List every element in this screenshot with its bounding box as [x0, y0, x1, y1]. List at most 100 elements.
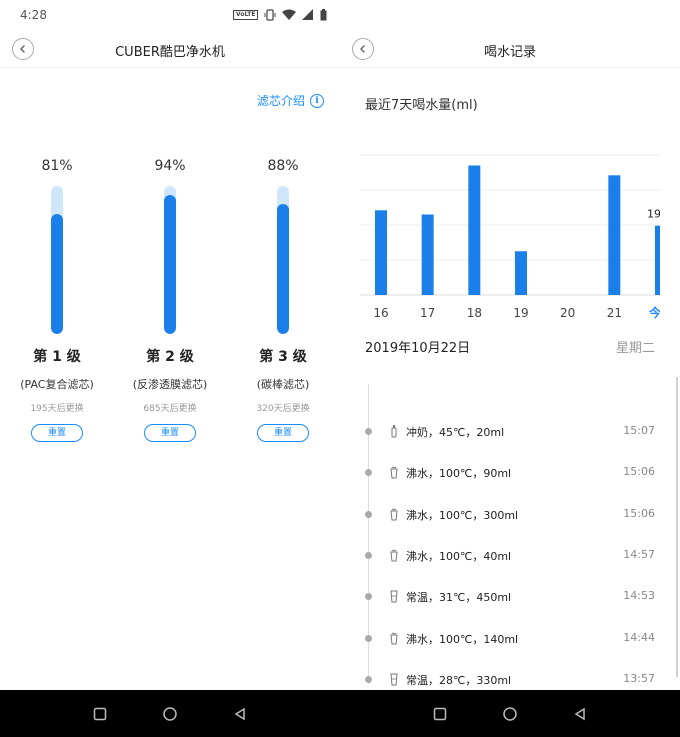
- filter-level: 第 2 级: [146, 349, 194, 365]
- log-text: 常温，28℃，330ml: [406, 673, 512, 687]
- triangle-back-icon: [574, 707, 585, 721]
- filter-remaining: 685天后更换: [143, 404, 197, 414]
- reset-button[interactable]: 重置: [31, 424, 83, 442]
- hot-cup-icon: [390, 549, 398, 562]
- filter-name: (PAC复合滤芯): [20, 378, 94, 391]
- hot-cup-icon: [390, 632, 398, 644]
- selected-date: 2019年10月22日: [365, 341, 471, 356]
- chart-bar: [655, 225, 667, 295]
- filter-card-3: 88% 第 3 级 (碳棒滤芯) 320天后更换 重置: [228, 158, 338, 442]
- info-icon: i: [310, 93, 324, 108]
- filter-intro-link[interactable]: 滤芯介绍 i: [257, 92, 324, 109]
- log-time: 15:06: [623, 465, 655, 479]
- log-time: 15:06: [623, 506, 655, 520]
- navigation-bar: [0, 690, 680, 737]
- filter-life-fill: [164, 194, 176, 334]
- chart-bar: [608, 175, 621, 295]
- timeline-dot: [365, 469, 372, 477]
- milk-bottle-icon: [391, 425, 397, 438]
- circle-icon: [163, 707, 177, 721]
- reset-button[interactable]: 重置: [144, 424, 196, 442]
- hot-cup-icon: [390, 466, 398, 479]
- chart-bar: [468, 165, 481, 295]
- x-tick-label: 21: [607, 306, 622, 320]
- x-tick-label: 16: [373, 306, 388, 320]
- filter-card-1: 81% 第 1 级 (PAC复合滤芯) 195天后更换 重置: [2, 158, 112, 442]
- x-tick-label: 今天: [648, 305, 660, 320]
- log-text: 沸水，100℃，140ml: [406, 632, 519, 646]
- filter-name: (反渗透膜滤芯): [132, 378, 208, 391]
- filter-percent: 88%: [267, 158, 299, 174]
- circle-icon: [503, 707, 517, 721]
- chart-svg: 16 17 18 19 20 21 今天 1980: [360, 154, 675, 320]
- filter-level: 第 3 级: [259, 349, 307, 365]
- chart-bar: [421, 214, 434, 295]
- status-icons: VoLTE: [233, 9, 327, 21]
- log-time: 15:07: [623, 424, 655, 437]
- water-intake-chart: 16 17 18 19 20 21 今天 1980: [360, 140, 675, 340]
- log-item[interactable]: 沸水，100℃，140ml 14:44: [340, 629, 680, 649]
- recents-button[interactable]: [430, 704, 450, 724]
- home-button[interactable]: [500, 704, 520, 724]
- filter-card-2: 94% 第 2 级 (反渗透膜滤芯) 685天后更换 重置: [115, 158, 225, 442]
- filter-panel: CUBER酷巴净水机 滤芯介绍 i 81% 第 1 级 (PAC复合滤芯) 19…: [0, 32, 340, 690]
- log-item[interactable]: 常温，28℃，330ml 13:57: [340, 670, 680, 690]
- log-item[interactable]: 沸水，100℃，300ml 15:06: [340, 505, 680, 525]
- left-header: CUBER酷巴净水机: [0, 32, 340, 68]
- drink-log-list[interactable]: 冲奶，45℃，20ml 15:07 沸水，100℃，90ml 15:06 沸水，100℃…: [340, 372, 680, 690]
- glass-icon: [390, 590, 398, 603]
- log-item[interactable]: 冲奶，45℃，20ml 15:07: [340, 422, 680, 442]
- chart-bar: [515, 251, 527, 295]
- vibrate-icon: [264, 9, 276, 21]
- log-time: 14:57: [623, 547, 655, 561]
- selected-weekday: 星期二: [615, 341, 655, 356]
- log-text: 常温，31℃，450ml: [406, 591, 512, 605]
- bar-data-label: 1980: [647, 208, 660, 221]
- log-item[interactable]: 沸水，100℃，90ml 15:06: [340, 463, 680, 483]
- signal-icon: [302, 9, 314, 20]
- log-text: 沸水，100℃，90ml: [406, 467, 512, 481]
- hot-cup-icon: [390, 508, 398, 521]
- chart-title: 最近7天喝水量(ml): [365, 98, 478, 113]
- home-button[interactable]: [160, 704, 180, 724]
- timeline-dot: [365, 593, 372, 601]
- scrollbar[interactable]: [676, 377, 678, 677]
- chart-bar: [375, 210, 387, 295]
- log-time: 13:57: [623, 671, 655, 685]
- battery-icon: [320, 9, 327, 21]
- timeline-dot: [365, 510, 372, 518]
- recents-button[interactable]: [90, 704, 110, 724]
- log-text: 沸水，100℃，40ml: [406, 549, 512, 563]
- x-tick-label: 19: [513, 306, 528, 320]
- filter-life-bar: [51, 186, 63, 334]
- filter-life-fill: [51, 214, 63, 334]
- filter-percent: 81%: [41, 158, 73, 174]
- x-tick-label: 20: [560, 306, 575, 320]
- log-item[interactable]: 常温，31℃，450ml 14:53: [340, 587, 680, 607]
- wifi-icon: [282, 9, 297, 20]
- page-title: 喝水记录: [483, 45, 536, 60]
- glass-icon: [390, 673, 398, 686]
- reset-button[interactable]: 重置: [257, 424, 309, 442]
- log-text: 沸水，100℃，300ml: [406, 508, 519, 522]
- page-title: CUBER酷巴净水机: [115, 45, 225, 60]
- back-nav-button[interactable]: [230, 704, 250, 724]
- filter-name: (碳棒滤芯): [256, 378, 310, 391]
- square-icon: [93, 707, 107, 721]
- volte-icon: VoLTE: [233, 10, 259, 20]
- status-time: 4:28: [20, 8, 47, 22]
- filter-remaining: 320天后更换: [256, 404, 310, 414]
- triangle-back-icon: [234, 707, 245, 721]
- back-nav-button[interactable]: [570, 704, 590, 724]
- status-bar: 4:28 VoLTE: [0, 0, 680, 32]
- log-time: 14:53: [623, 589, 655, 603]
- timeline-dot: [365, 675, 372, 683]
- square-icon: [433, 707, 447, 721]
- filter-life-bar: [164, 186, 176, 334]
- filter-percent: 94%: [154, 158, 186, 174]
- x-tick-label: 17: [420, 306, 435, 320]
- log-text: 冲奶，45℃，20ml: [406, 426, 505, 439]
- drinking-record-panel: 喝水记录 最近7天喝水量(ml) 16 17 18 19 20 21 今天 1980 2019…: [340, 32, 680, 690]
- log-time: 14:44: [623, 630, 655, 644]
- log-item[interactable]: 沸水，100℃，40ml 14:57: [340, 546, 680, 566]
